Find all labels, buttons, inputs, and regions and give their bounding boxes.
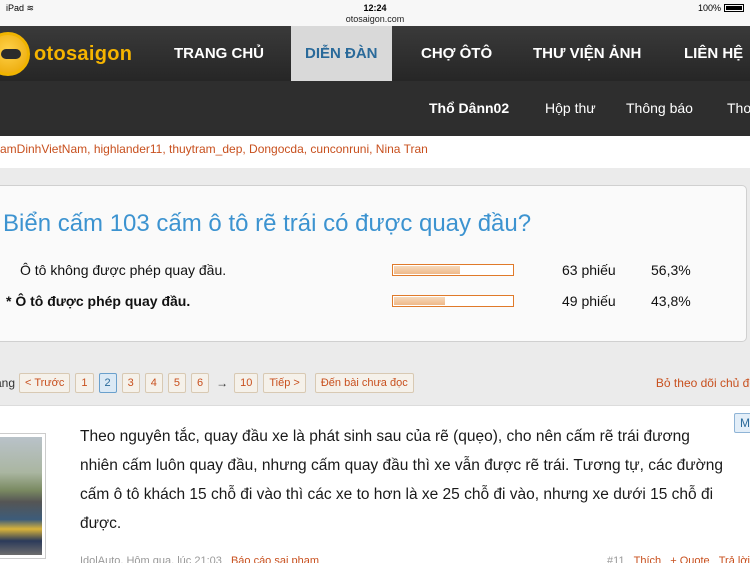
prev-page-button[interactable]: < Trước xyxy=(19,373,71,393)
poll-option-percent: 56,3% xyxy=(651,262,691,278)
unfollow-thread-link[interactable]: Bỏ theo dõi chủ đề xyxy=(656,376,750,390)
poll-bar-fill xyxy=(394,297,445,305)
page-link[interactable]: 6 xyxy=(191,373,210,393)
like-link[interactable]: Thích xyxy=(634,555,662,563)
page-link[interactable]: 5 xyxy=(167,373,186,393)
site-logo[interactable]: otosaigon xyxy=(0,32,132,76)
user-avatar[interactable] xyxy=(0,433,46,559)
nav-item-car-market[interactable]: CHỢ ÔTÔ xyxy=(421,26,492,81)
clock: 12:24 xyxy=(363,3,387,13)
online-users-list[interactable]: amDinhVietNam, highlander11, thuytram_de… xyxy=(0,142,750,156)
post-badge[interactable]: M xyxy=(734,413,750,433)
more-link[interactable]: Tho xyxy=(727,81,750,136)
poll-option-label: Ô tô không được phép quay đầu. xyxy=(20,262,227,278)
page-link-current[interactable]: 2 xyxy=(98,373,117,393)
logo-text: otosaigon xyxy=(34,42,133,65)
poll-option-votes: 49 phiếu xyxy=(562,293,616,309)
next-page-button[interactable]: Tiếp > xyxy=(263,373,306,393)
logo-icon xyxy=(0,32,30,76)
battery-indicator: 100% xyxy=(698,3,744,13)
nav-item-home[interactable]: TRANG CHỦ xyxy=(174,26,264,81)
pagination: ang < Trước 1 2 3 4 5 6 → 10 Tiếp > Đến … xyxy=(0,373,419,393)
page-link[interactable]: 4 xyxy=(144,373,163,393)
unread-post-button[interactable]: Đến bài chưa đọc xyxy=(314,373,414,393)
poll-option-votes: 63 phiếu xyxy=(562,262,616,278)
poll-option-label: * Ô tô được phép quay đầu. xyxy=(6,293,191,309)
poll-option-percent: 43,8% xyxy=(651,293,691,309)
ios-status-bar: iPad ≋ 12:24 otosaigon.com 100% xyxy=(0,0,750,26)
inbox-link[interactable]: Hộp thư xyxy=(545,81,596,136)
main-nav: otosaigon TRANG CHỦ DIỄN ĐÀN CHỢ ÔTÔ THƯ… xyxy=(0,26,750,81)
poll-title: Biển cấm 103 cấm ô tô rẽ trái có được qu… xyxy=(3,210,532,237)
post-number[interactable]: #11 xyxy=(607,555,625,563)
report-link[interactable]: Báo cáo sai phạm xyxy=(231,555,319,563)
quote-link[interactable]: + Quote xyxy=(670,555,709,563)
user-menu[interactable]: Thổ Dânn02 xyxy=(429,81,509,136)
notifications-link[interactable]: Thông báo xyxy=(626,81,693,136)
page-label: ang xyxy=(0,376,16,390)
battery-icon xyxy=(724,4,744,12)
poll-option-bar xyxy=(392,264,514,276)
nav-item-gallery[interactable]: THƯ VIỆN ẢNH xyxy=(533,26,641,81)
url-bar[interactable]: otosaigon.com xyxy=(0,14,750,24)
poll-bar-fill xyxy=(394,266,460,274)
page-link[interactable]: 3 xyxy=(121,373,140,393)
page-jump-arrow[interactable]: → xyxy=(216,376,228,390)
user-subnav: Thổ Dânn02 Hộp thư Thông báo Tho xyxy=(0,81,750,136)
reply-link[interactable]: Trả lời xyxy=(719,555,750,563)
post-body: Theo nguyên tắc, quay đầu xe là phát sin… xyxy=(80,428,724,532)
post-footer: IdolAuto, Hôm qua, lúc 21:03 Báo cáo sai… xyxy=(80,555,750,563)
nav-item-forum[interactable]: DIỄN ĐÀN xyxy=(291,26,392,81)
last-page-link[interactable]: 10 xyxy=(234,373,259,393)
avatar-image xyxy=(0,437,42,555)
post-meta: IdolAuto, Hôm qua, lúc 21:03 xyxy=(80,555,222,563)
page-link[interactable]: 1 xyxy=(75,373,94,393)
poll-option-bar xyxy=(392,295,514,307)
nav-item-contact[interactable]: LIÊN HỆ xyxy=(684,26,743,81)
